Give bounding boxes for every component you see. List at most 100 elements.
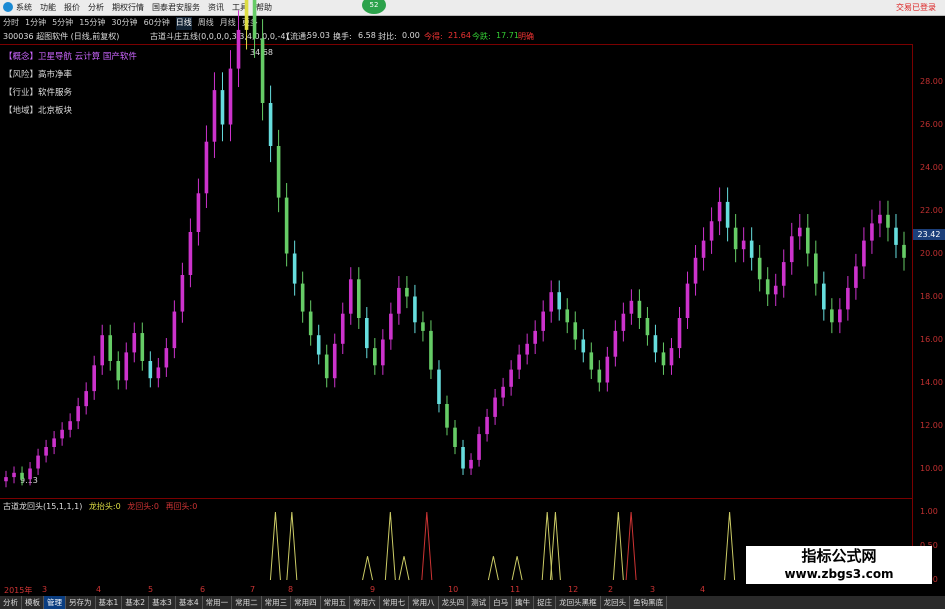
template-tab[interactable]: 基本2 <box>122 596 150 609</box>
candle-body[interactable] <box>517 354 521 370</box>
template-tab[interactable]: 龙回头黑框 <box>556 596 601 609</box>
candle-body[interactable] <box>124 352 129 381</box>
candle-body[interactable] <box>477 434 481 460</box>
candle-body[interactable] <box>212 90 217 142</box>
candle-body[interactable] <box>846 287 850 310</box>
template-tab[interactable]: 常用八 <box>409 596 439 609</box>
candle-body[interactable] <box>830 309 834 323</box>
candle-body[interactable] <box>429 330 433 370</box>
candle-body[interactable] <box>854 266 858 288</box>
candle-body[interactable] <box>365 318 369 349</box>
candle-body[interactable] <box>324 354 329 379</box>
candle-body[interactable] <box>244 0 249 30</box>
candle-body[interactable] <box>469 459 473 469</box>
candle-body[interactable] <box>789 236 794 263</box>
template-tab[interactable]: 模板 <box>22 596 44 609</box>
sub-indicator-name[interactable]: 古道龙回头(15,1,1,1) <box>3 502 82 511</box>
candle-body[interactable] <box>76 406 80 422</box>
template-tab[interactable]: 龙头四 <box>439 596 469 609</box>
candle-body[interactable] <box>485 416 489 435</box>
candle-body[interactable] <box>36 455 40 469</box>
candle-body[interactable] <box>100 335 105 366</box>
candle-body[interactable] <box>862 240 866 267</box>
candle-body[interactable] <box>44 447 48 456</box>
candle-body[interactable] <box>228 68 233 125</box>
candle-body[interactable] <box>236 29 241 69</box>
candle-body[interactable] <box>870 223 874 241</box>
candle-body[interactable] <box>381 339 385 366</box>
candle-body[interactable] <box>509 369 513 387</box>
candle-body[interactable] <box>613 330 618 357</box>
candle-body[interactable] <box>20 472 24 480</box>
candle-body[interactable] <box>894 227 898 245</box>
candle-body[interactable] <box>461 447 465 469</box>
candle-body[interactable] <box>886 214 890 228</box>
candle-body[interactable] <box>413 296 417 323</box>
candle-body[interactable] <box>902 244 906 258</box>
candle-body[interactable] <box>373 348 377 366</box>
candle-body[interactable] <box>725 201 730 228</box>
candle-body[interactable] <box>437 369 441 404</box>
candle-body[interactable] <box>637 300 642 318</box>
candle-body[interactable] <box>685 283 690 318</box>
template-tab[interactable]: 龙回头 <box>601 596 631 609</box>
candle-body[interactable] <box>220 90 225 125</box>
template-tab[interactable]: 基本4 <box>176 596 203 609</box>
candle-body[interactable] <box>773 285 778 295</box>
template-tab[interactable]: 分析 <box>0 596 22 609</box>
candle-body[interactable] <box>300 283 305 312</box>
candle-body[interactable] <box>781 262 786 286</box>
candle-body[interactable] <box>525 343 529 355</box>
candle-body[interactable] <box>733 227 738 250</box>
candle-body[interactable] <box>60 429 64 439</box>
candle-body[interactable] <box>180 275 185 312</box>
candle-body[interactable] <box>397 287 401 314</box>
candle-body[interactable] <box>84 391 88 407</box>
template-tab[interactable]: 测试 <box>468 596 491 609</box>
candle-body[interactable] <box>148 361 153 379</box>
candle-body[interactable] <box>204 141 209 194</box>
candle-body[interactable] <box>838 309 842 323</box>
candle-body[interactable] <box>188 232 193 275</box>
candle-body[interactable] <box>132 333 137 353</box>
candle-body[interactable] <box>4 477 8 482</box>
candle-body[interactable] <box>605 356 610 383</box>
candle-body[interactable] <box>549 292 554 312</box>
template-tab[interactable]: 另存为 <box>66 596 96 609</box>
candle-body[interactable] <box>717 201 722 222</box>
candle-body[interactable] <box>749 240 754 258</box>
candle-body[interactable] <box>597 369 602 383</box>
candle-body[interactable] <box>797 227 802 237</box>
candle-body[interactable] <box>814 253 818 284</box>
template-tab[interactable]: 常用四 <box>291 596 321 609</box>
candle-body[interactable] <box>356 279 361 318</box>
candle-body[interactable] <box>701 240 706 258</box>
candle-body[interactable] <box>405 287 409 297</box>
candle-body[interactable] <box>12 472 16 478</box>
candle-body[interactable] <box>565 309 570 323</box>
candle-body[interactable] <box>332 343 337 379</box>
candle-body[interactable] <box>276 146 281 198</box>
candle-body[interactable] <box>741 240 746 250</box>
template-tab[interactable]: 基本1 <box>96 596 123 609</box>
template-tab[interactable]: 常用一 <box>203 596 233 609</box>
candle-body[interactable] <box>589 352 594 370</box>
candle-body[interactable] <box>501 386 505 398</box>
template-tab[interactable]: 捉庄 <box>534 596 557 609</box>
candle-body[interactable] <box>348 279 353 314</box>
candle-body[interactable] <box>541 311 545 331</box>
candle-body[interactable] <box>805 227 810 254</box>
candle-body[interactable] <box>268 103 273 146</box>
template-tab[interactable]: 常用七 <box>380 596 410 609</box>
candle-body[interactable] <box>52 438 56 447</box>
candle-body[interactable] <box>308 311 313 336</box>
candle-body[interactable] <box>140 333 145 361</box>
candle-body[interactable] <box>445 404 449 428</box>
candle-body[interactable] <box>252 0 257 39</box>
candlestick-chart[interactable] <box>0 0 912 584</box>
template-tab[interactable]: 管理 <box>44 596 66 609</box>
candle-body[interactable] <box>196 193 201 232</box>
candle-body[interactable] <box>621 313 626 331</box>
template-tab[interactable]: 鱼钩黑底 <box>630 596 668 609</box>
candle-body[interactable] <box>757 257 762 280</box>
